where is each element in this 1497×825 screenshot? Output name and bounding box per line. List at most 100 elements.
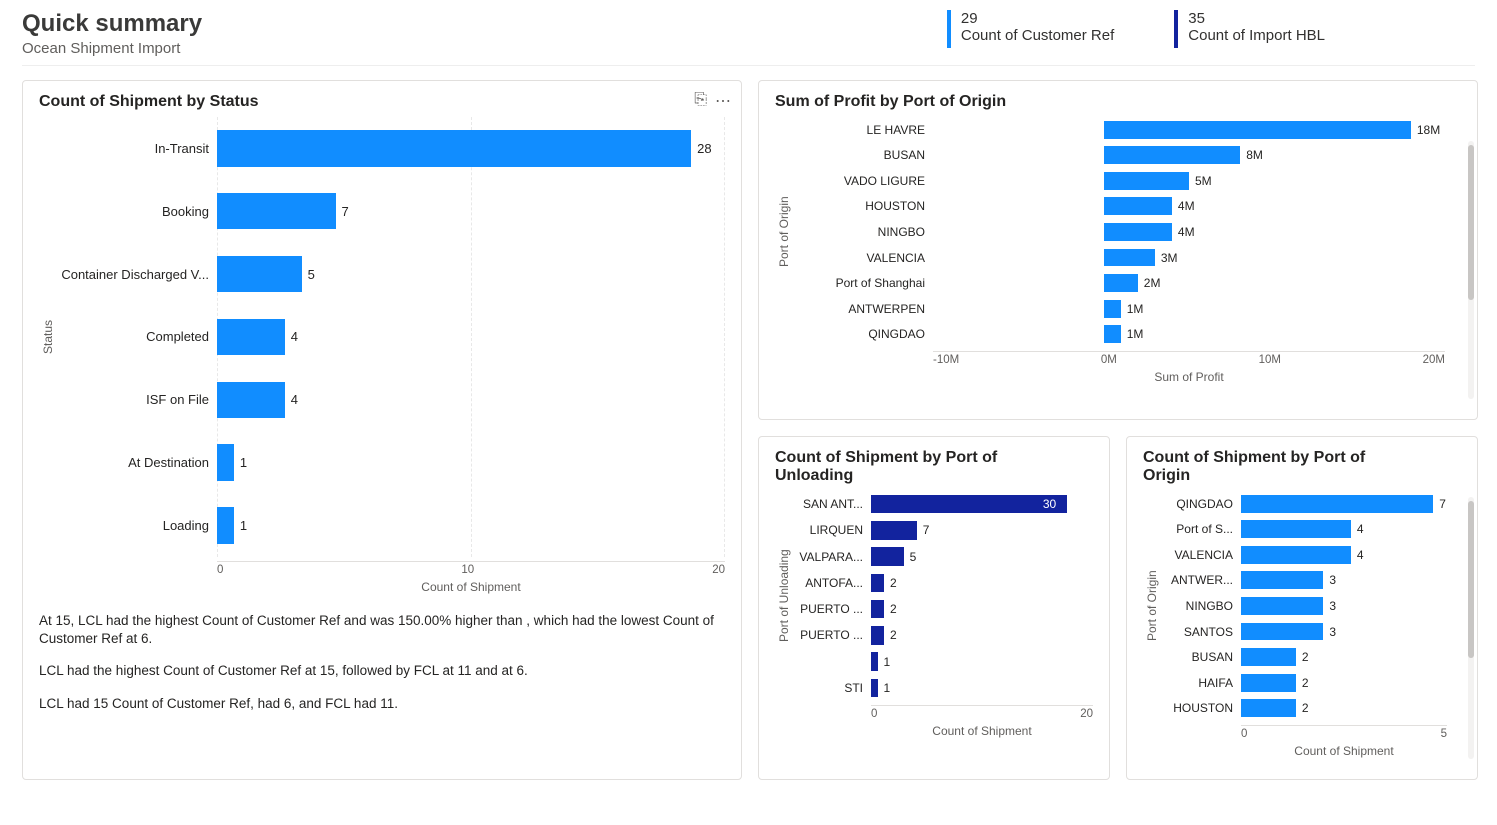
category-label: STI: [793, 675, 871, 701]
bar-value-label: 28: [691, 141, 711, 156]
bar[interactable]: [1241, 520, 1351, 538]
bar[interactable]: [217, 193, 336, 229]
category-label: VADO LIGURE: [793, 168, 933, 194]
x-tick: 0: [1241, 728, 1247, 740]
bar[interactable]: [1104, 274, 1138, 292]
category-label: ANTWERPEN: [793, 296, 933, 322]
bar-value-label: 3: [1323, 599, 1336, 613]
x-tick: 0M: [1101, 354, 1117, 366]
category-label: SANTOS: [1161, 619, 1241, 645]
card-unload-chart: Count of Shipment by Port of Unloading P…: [758, 436, 1110, 780]
bar-value-label: 2: [1296, 650, 1309, 664]
bar[interactable]: [1241, 623, 1323, 641]
category-label: At Destination: [57, 431, 217, 494]
kpi-strip: 29 Count of Customer Ref 35 Count of Imp…: [947, 10, 1475, 48]
y-axis-label: Status: [39, 117, 57, 557]
bar[interactable]: [871, 547, 904, 565]
y-axis-label: Port of Origin: [775, 117, 793, 347]
bar-value-label: 2: [884, 576, 897, 590]
kpi-customer-ref: 29 Count of Customer Ref: [947, 10, 1114, 48]
bar[interactable]: [1104, 249, 1155, 267]
bar-value-label: 3: [1323, 573, 1336, 587]
bar[interactable]: [871, 626, 884, 644]
bar[interactable]: [1241, 571, 1323, 589]
category-label: PUERTO ...: [793, 596, 871, 622]
bar-value-label: 5: [302, 267, 315, 282]
bar[interactable]: [1241, 546, 1351, 564]
category-label: LE HAVRE: [793, 117, 933, 143]
chart-title: Sum of Profit by Port of Origin: [775, 93, 1358, 111]
bar-value-label: 1M: [1121, 327, 1144, 341]
x-axis-label: Count of Shipment: [871, 724, 1093, 738]
bar-value-label: 4: [285, 329, 298, 344]
category-label: Completed: [57, 306, 217, 369]
bar-value-label: 1: [878, 655, 891, 669]
y-axis-label: Port of Origin: [1143, 491, 1161, 721]
bar[interactable]: [1104, 172, 1189, 190]
y-axis-label: Port of Unloading: [775, 491, 793, 701]
bar[interactable]: [871, 600, 884, 618]
chart-title: Count of Shipment by Status: [39, 93, 622, 111]
x-tick: 10M: [1259, 354, 1281, 366]
bar[interactable]: [1241, 648, 1296, 666]
bar[interactable]: [1104, 223, 1172, 241]
bar[interactable]: [217, 444, 234, 480]
bar-value-label: 3: [1323, 625, 1336, 639]
chart-title: Count of Shipment by Port of Unloading: [775, 449, 1045, 485]
copy-icon[interactable]: ⎘: [694, 91, 707, 111]
bar-value-label: 30: [1037, 497, 1056, 511]
bar[interactable]: [1241, 699, 1296, 717]
category-label: BUSAN: [793, 143, 933, 169]
kpi-label: Count of Import HBL: [1188, 27, 1325, 44]
bar-value-label: 2M: [1138, 276, 1161, 290]
kpi-accent-bar: [947, 10, 951, 48]
bar-value-label: 4M: [1172, 225, 1195, 239]
bar-value-label: 2: [1296, 701, 1309, 715]
category-label: SAN ANT...: [793, 491, 871, 517]
bar[interactable]: [1241, 597, 1323, 615]
x-tick: 5: [1441, 728, 1447, 740]
bar-value-label: 18M: [1411, 123, 1440, 137]
bar-value-label: 1M: [1121, 302, 1144, 316]
bar[interactable]: [1104, 300, 1121, 318]
bar[interactable]: [1104, 197, 1172, 215]
bar-value-label: 2: [1296, 676, 1309, 690]
bar-value-label: 5: [904, 550, 917, 564]
card-profit-origin: Sum of Profit by Port of Origin Port of …: [758, 80, 1478, 420]
category-label: PUERTO ...: [793, 622, 871, 648]
category-label: Loading: [57, 494, 217, 557]
scrollbar[interactable]: [1468, 141, 1474, 399]
bar[interactable]: [871, 574, 884, 592]
bar[interactable]: [1104, 325, 1121, 343]
category-label: ISF on File: [57, 368, 217, 431]
bar[interactable]: [1104, 121, 1411, 139]
bar[interactable]: [1241, 495, 1433, 513]
bar[interactable]: [217, 382, 285, 418]
narrative-line: At 15, LCL had the highest Count of Cust…: [39, 612, 725, 648]
page-subtitle: Ocean Shipment Import: [22, 40, 202, 57]
card-count-origin: Count of Shipment by Port of Origin Port…: [1126, 436, 1478, 780]
kpi-label: Count of Customer Ref: [961, 27, 1114, 44]
bar[interactable]: [1104, 146, 1241, 164]
x-tick: 0: [871, 708, 877, 720]
bar-value-label: 5M: [1189, 174, 1212, 188]
bar-value-label: 2: [884, 602, 897, 616]
bar-value-label: 4: [1351, 522, 1364, 536]
more-options-icon[interactable]: ⋯: [715, 91, 731, 111]
bar-value-label: 1: [234, 455, 247, 470]
chart-title: Count of Shipment by Port of Origin: [1143, 449, 1413, 485]
category-label: NINGBO: [1161, 593, 1241, 619]
bar[interactable]: [217, 507, 234, 543]
x-tick: 20: [1080, 708, 1093, 720]
bar[interactable]: [217, 319, 285, 355]
bar-value-label: 8M: [1240, 148, 1263, 162]
scrollbar[interactable]: [1468, 497, 1474, 759]
category-label: HAIFA: [1161, 670, 1241, 696]
category-label: QINGDAO: [793, 321, 933, 347]
bar[interactable]: [871, 521, 917, 539]
bar[interactable]: [1241, 674, 1296, 692]
category-label: LIRQUEN: [793, 517, 871, 543]
bar[interactable]: [217, 256, 302, 292]
category-label: BUSAN: [1161, 644, 1241, 670]
bar[interactable]: [217, 130, 691, 166]
